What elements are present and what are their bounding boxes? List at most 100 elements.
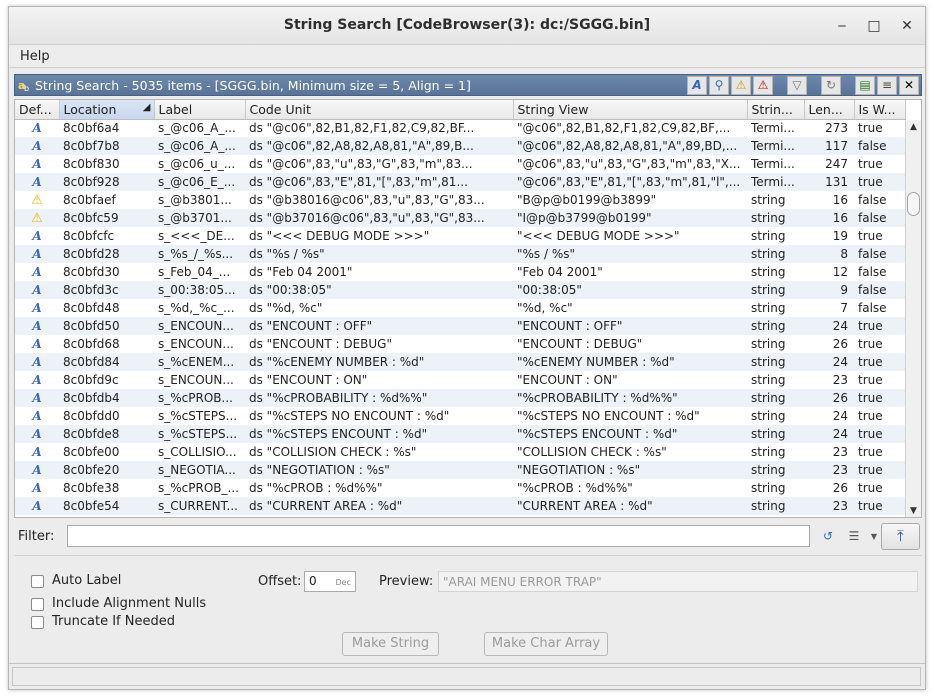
table-row[interactable]: A 8c0bfd30 s_Feb_04_... ds "Feb 04 2001" "Fe… (15, 263, 905, 281)
location-cell: 8c0bf830 (59, 155, 154, 173)
code-unit-cell: ds "%d, %c" (245, 299, 513, 317)
column-header-string-view[interactable]: String View (513, 100, 748, 120)
column-header-code-unit[interactable]: Code Unit (245, 100, 514, 120)
window-title: String Search [CodeBrowser(3): dc:/SGGG.… (283, 17, 651, 33)
is-word-cell: true (854, 425, 905, 443)
table-row[interactable]: A 8c0bfdb4 s_%cPROB... ds "%cPROBABILITY : … (15, 389, 905, 407)
string-view-cell: "%s / %s" (513, 245, 747, 263)
defined-cell: A (15, 227, 59, 245)
table-row[interactable]: A 8c0bf928 s_@c06_E_... ds "@c06",83,"E",81… (15, 173, 905, 191)
code-unit-cell: ds "ENCOUNT : ON" (245, 371, 513, 389)
string-type-cell: string (747, 497, 804, 515)
table-row[interactable]: A 8c0bfd84 s_%cENEM... ds "%cENEMY NUMBER :… (15, 353, 905, 371)
table-row[interactable]: ⚠ 8c0bfaef s_@b3801... ds "@b38016@c06",83,… (15, 191, 905, 209)
defined-cell: ⚠ (15, 191, 59, 209)
table-row[interactable]: A 8c0bfe38 s_%cPROB_... ds "%cPROB : %d%%" "… (15, 479, 905, 497)
column-header-length[interactable]: Len... (804, 100, 855, 120)
defined-string-icon: A (32, 481, 42, 495)
table-row[interactable]: A 8c0bfd9c s_ENCOUN... ds "ENCOUNT : ON" "EN… (15, 371, 905, 389)
string-view-cell: "<<< DEBUG MODE >>>" (513, 227, 747, 245)
column-header-string-type[interactable]: Strin... (747, 100, 805, 120)
conflict-filter-icon[interactable]: ⚠ (753, 76, 773, 95)
refresh-icon[interactable]: ↻ (821, 76, 841, 95)
warning-filter-icon[interactable]: ⚠ (731, 76, 751, 95)
table-row[interactable]: A 8c0bfd68 s_ENCOUN... ds "ENCOUNT : DEBUG"… (15, 335, 905, 353)
defined-cell: A (15, 281, 59, 299)
truncate-checkbox[interactable] (31, 616, 44, 629)
defined-string-icon: A (32, 121, 42, 136)
table-row[interactable]: A 8c0bfcfc s_<<<_DE... ds "<<< DEBUG MODE >… (15, 227, 905, 245)
filter-options-icon[interactable]: ☰ (844, 527, 864, 546)
offset-label: Offset: (258, 574, 302, 589)
column-header-label[interactable]: Label (154, 100, 246, 120)
minimize-button[interactable]: ‒ (832, 16, 852, 36)
filter-refresh-icon[interactable]: ↺ (818, 527, 838, 546)
make-string-button[interactable]: Make String (342, 632, 439, 656)
menu-lines-icon[interactable]: ≡ (877, 76, 897, 95)
table-row[interactable]: A 8c0bfe00 s_COLLISIO... ds "COLLISION CHEC… (15, 443, 905, 461)
defined-string-filter-icon[interactable]: A (687, 76, 707, 95)
offset-field[interactable]: 0 Dec (304, 571, 356, 592)
table-row[interactable]: A 8c0bfe54 s_CURRENT... ds "CURRENT AREA : … (15, 497, 905, 515)
defined-string-icon: A (32, 373, 42, 387)
label-cell: s_NEGOTIA... (154, 461, 245, 479)
table-row[interactable]: A 8c0bfdd0 s_%cSTEPS... ds "%cSTEPS NO ENCO… (15, 407, 905, 425)
table-row[interactable]: A 8c0bf7b8 s_@c06_A_... ds "@c06",82,A8,82,… (15, 137, 905, 155)
scrollbar-thumb[interactable] (907, 192, 920, 216)
table-row[interactable]: ⚠ 8c0bfc59 s_@b3701... ds "@b37016@c06",83,… (15, 209, 905, 227)
filter-input[interactable] (67, 525, 810, 547)
label-cell: s_@b3801... (154, 191, 245, 209)
column-header-is-word[interactable]: Is W... (854, 100, 906, 120)
table-row[interactable]: A 8c0bfd48 s_%d,_%c_... ds "%d, %c" "%d, %c"… (15, 299, 905, 317)
string-view-cell: "@c06",82,B1,82,F1,82,C9,82,BF,... (513, 119, 747, 137)
location-cell: 8c0bfd9c (59, 371, 154, 389)
panel-close-button[interactable]: ✕ (899, 76, 919, 95)
auto-label-checkbox[interactable] (31, 575, 44, 588)
vertical-scrollbar[interactable]: ▲ ▼ (905, 120, 921, 517)
table-row[interactable]: A 8c0bf830 s_@c06_u_... ds "@c06",83,"u",83… (15, 155, 905, 173)
table-row[interactable]: A 8c0bfe20 s_NEGOTIA... ds "NEGOTIATION : %… (15, 461, 905, 479)
label-cell: s_@c06_u_... (154, 155, 245, 173)
string-view-cell: "%cENEMY NUMBER : %d" (513, 353, 747, 371)
location-cell: 8c0bfd28 (59, 245, 154, 263)
make-char-array-button[interactable]: Make Char Array (484, 632, 608, 656)
filter-funnel-icon[interactable]: ▽ (787, 76, 807, 95)
defined-string-icon: A (32, 337, 42, 351)
string-view-cell: "I@p@b3799@b0199" (513, 209, 747, 227)
length-cell: 23 (804, 461, 854, 479)
maximize-button[interactable]: □ (864, 16, 884, 36)
code-unit-cell: ds "%cSTEPS NO ENCOUNT : %d" (245, 407, 513, 425)
table-row[interactable]: A 8c0bfd3c s_00:38:05... ds "00:38:05" "00:3… (15, 281, 905, 299)
is-word-cell: true (854, 497, 905, 515)
column-header-location[interactable]: Location ◢ (59, 100, 155, 120)
table-row[interactable]: A 8c0bfde8 s_%cSTEPS... ds "%cSTEPS ENCOUNT… (15, 425, 905, 443)
table-body: A 8c0bf6a4 s_@c06_A_... ds "@c06",82,B1,82,… (15, 119, 905, 515)
scroll-to-top-button[interactable]: ⤒ (881, 523, 920, 550)
code-unit-cell: ds "00:38:05" (245, 281, 513, 299)
preview-field: "ARAI MENU ERROR TRAP" (438, 571, 918, 592)
defined-string-icon: A (32, 247, 42, 261)
menu-help[interactable]: Help (20, 49, 50, 64)
table-row[interactable]: A 8c0bfd50 s_ENCOUN... ds "ENCOUNT : OFF" "E… (15, 317, 905, 335)
is-word-cell: false (854, 209, 905, 227)
svg-text:b: b (24, 84, 29, 92)
scroll-up-arrow-icon[interactable]: ▲ (906, 120, 921, 134)
string-view-cell: "Feb 04 2001" (513, 263, 747, 281)
scroll-down-arrow-icon[interactable]: ▼ (906, 504, 921, 517)
select-icon[interactable]: ▤ (855, 76, 875, 95)
code-unit-cell: ds "<<< DEBUG MODE >>>" (245, 227, 513, 245)
include-alignment-nulls-checkbox[interactable] (31, 598, 44, 611)
defined-string-icon: A (32, 319, 42, 333)
column-header-defined[interactable]: Def... (15, 100, 60, 120)
string-type-cell: string (747, 263, 804, 281)
magnifier-icon[interactable]: ⚲ (709, 76, 729, 95)
defined-cell: A (15, 497, 59, 515)
defined-string-icon: A (32, 175, 42, 189)
label-cell: s_ENCOUN... (154, 371, 245, 389)
code-unit-cell: ds "%cENEMY NUMBER : %d" (245, 353, 513, 371)
label-cell: s_%cSTEPS... (154, 425, 245, 443)
table-row[interactable]: A 8c0bfd28 s_%s_/_%s... ds "%s / %s" "%s / %… (15, 245, 905, 263)
close-button[interactable]: ✕ (897, 16, 917, 36)
table-row[interactable]: A 8c0bf6a4 s_@c06_A_... ds "@c06",82,B1,82,… (15, 119, 905, 137)
label-cell: s_<<<_DE... (154, 227, 245, 245)
